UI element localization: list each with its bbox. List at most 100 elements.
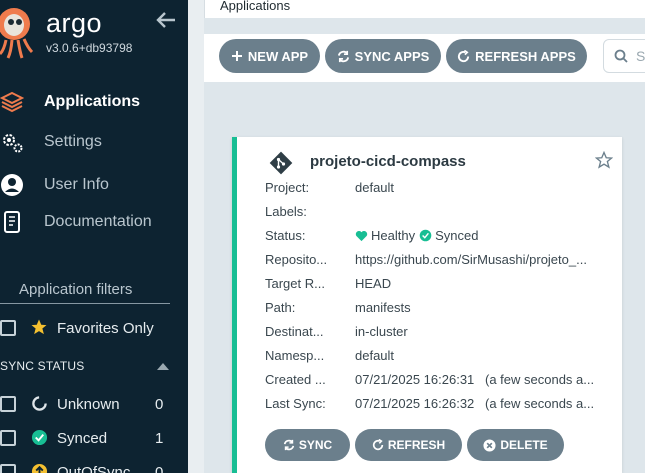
filter-count: 1	[155, 430, 164, 447]
search-placeholder: Se	[636, 48, 645, 64]
layers-icon	[0, 91, 24, 113]
row-value: HEAD	[355, 276, 392, 291]
new-app-button[interactable]: NEW APP	[219, 39, 320, 73]
sidebar-item-label: User Info	[44, 176, 109, 193]
sidebar-item-label: Applications	[44, 93, 141, 110]
status-value: Healthy Synced	[355, 228, 597, 243]
caret-up-icon[interactable]	[157, 362, 169, 370]
row-value: default	[355, 348, 395, 363]
filter-checkbox[interactable]	[0, 396, 16, 412]
application-name[interactable]: projeto-cicd-compass	[310, 153, 466, 170]
refresh-icon	[458, 49, 470, 62]
page-title: Applications	[220, 0, 291, 13]
refresh-button[interactable]: REFRESH	[355, 429, 462, 461]
status-row: Status: Healthy Synced	[265, 228, 615, 248]
filter-count: 0	[155, 396, 164, 413]
arrow-up-circle-icon	[31, 463, 48, 473]
delete-label: DELETE	[500, 438, 548, 452]
row-key: Project:	[265, 180, 310, 195]
sync-icon	[283, 439, 294, 451]
version-label: v3.0.6+db93798	[46, 41, 133, 55]
row-key: Status:	[265, 228, 306, 243]
filter-label: OutOfSync	[57, 464, 131, 473]
refresh-apps-button[interactable]: REFRESH APPS	[446, 39, 587, 73]
sidebar: argo v3.0.6+db93798 Applications Setting…	[0, 0, 188, 473]
star-icon	[31, 319, 47, 335]
namespace-row: Namesp... default	[265, 348, 615, 368]
delete-button[interactable]: DELETE	[467, 429, 564, 461]
filter-label: Synced	[57, 430, 108, 447]
sync-apps-label: SYNC APPS	[354, 48, 430, 64]
book-icon	[4, 211, 20, 233]
star-outline-icon[interactable]	[595, 151, 613, 169]
sync-label: SYNC	[298, 438, 333, 452]
sync-apps-button[interactable]: SYNC APPS	[325, 39, 441, 73]
row-key: Target R...	[265, 276, 325, 291]
check-circle-icon	[31, 429, 48, 446]
row-relative-time: (a few seconds a...	[485, 372, 595, 387]
row-key: Destinat...	[265, 324, 324, 339]
repository-row: Reposito... https://github.com/SirMusash…	[265, 252, 615, 272]
target-revision-row: Target R... HEAD	[265, 276, 615, 296]
row-key: Reposito...	[265, 252, 328, 267]
new-app-label: NEW APP	[247, 48, 309, 64]
sidebar-item-label: Documentation	[44, 213, 152, 230]
sidebar-item-settings[interactable]: Settings	[0, 126, 188, 158]
filter-checkbox[interactable]	[0, 430, 16, 446]
sidebar-item-applications[interactable]: Applications	[0, 86, 188, 118]
refresh-apps-label: REFRESH APPS	[475, 48, 576, 64]
refresh-label: REFRESH	[387, 438, 446, 452]
row-relative-time: (a few seconds a...	[485, 396, 595, 411]
filter-label: Unknown	[57, 396, 120, 413]
application-card[interactable]: projeto-cicd-compass Project: default La…	[232, 137, 622, 473]
git-icon	[269, 151, 293, 175]
filter-unknown[interactable]: Unknown 0	[0, 394, 188, 416]
row-key: Namesp...	[265, 348, 325, 363]
heart-icon	[355, 230, 368, 241]
row-key: Labels:	[265, 204, 307, 219]
user-icon	[1, 174, 23, 196]
gears-icon	[3, 134, 23, 153]
divider	[0, 303, 170, 304]
top-bar: Applications	[204, 0, 645, 18]
filter-checkbox[interactable]	[0, 464, 16, 473]
row-value: manifests	[355, 300, 411, 315]
refresh-icon	[372, 439, 383, 451]
health-status: Healthy	[371, 228, 416, 243]
argo-logo[interactable]	[0, 4, 40, 60]
row-value: default	[355, 180, 395, 195]
favorites-only-filter[interactable]: Favorites Only	[0, 318, 188, 340]
sync-status: Synced	[435, 228, 479, 243]
sidebar-item-label: Settings	[44, 133, 102, 150]
times-circle-icon	[483, 438, 496, 452]
last-sync-row: Last Sync: 07/21/2025 16:26:32 (a few se…	[265, 396, 615, 416]
brand-name: argo	[46, 8, 103, 38]
labels-row: Labels:	[265, 204, 615, 224]
filters-title: Application filters	[19, 281, 133, 298]
sync-button[interactable]: SYNC	[265, 429, 350, 461]
row-key: Path:	[265, 300, 296, 315]
row-key: Created ...	[265, 372, 326, 387]
search-icon	[614, 49, 628, 63]
path-row: Path: manifests	[265, 300, 615, 320]
destination-row: Destinat... in-cluster	[265, 324, 615, 344]
row-value: in-cluster	[355, 324, 408, 339]
sidebar-border	[188, 0, 204, 473]
sync-status-header: SYNC STATUS	[0, 359, 85, 373]
sidebar-item-documentation[interactable]: Documentation	[0, 206, 188, 238]
collapse-arrow-icon[interactable]	[155, 9, 177, 31]
project-row: Project: default	[265, 180, 615, 200]
filter-synced[interactable]: Synced 1	[0, 428, 188, 450]
sidebar-item-user-info[interactable]: User Info	[0, 169, 188, 201]
created-at-row: Created ... 07/21/2025 16:26:31 (a few s…	[265, 372, 615, 392]
plus-icon	[231, 51, 242, 61]
row-key: Last Sync:	[265, 396, 326, 411]
filter-count: 0	[155, 464, 164, 473]
sync-icon	[337, 50, 349, 62]
filter-out-of-sync[interactable]: OutOfSync 0	[0, 462, 188, 473]
favorites-checkbox[interactable]	[0, 320, 16, 336]
search-input[interactable]: Se	[603, 39, 645, 73]
favorites-label: Favorites Only	[57, 320, 154, 337]
circle-notch-icon	[32, 396, 47, 411]
repository-link[interactable]: https://github.com/SirMusashi/projeto_..…	[355, 252, 597, 267]
